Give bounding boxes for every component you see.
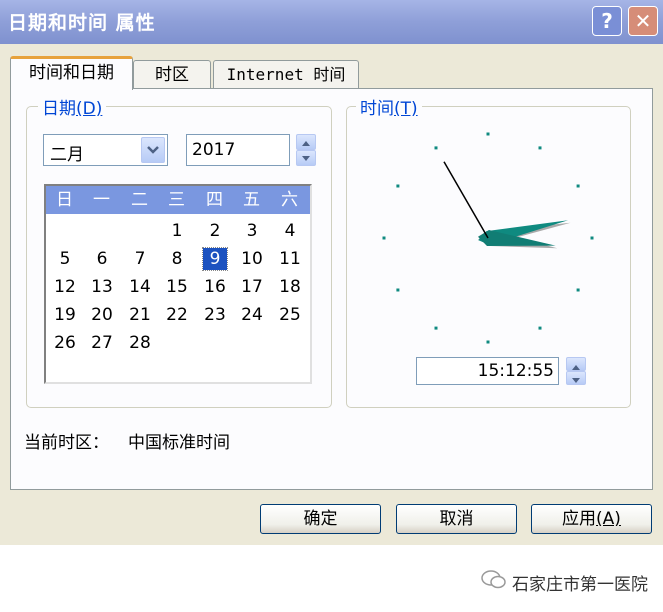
title-bar[interactable]: 日期和时间 属性 ? ✕ <box>0 0 663 44</box>
calendar[interactable]: 日 一 二 三 四 五 六 1 2 3 4 5 6 7 8 9 10 11 12 13 14 15 16 17 1… <box>44 184 312 384</box>
weekday-mon: 一 <box>93 190 110 210</box>
calendar-day[interactable]: 5 <box>53 248 77 270</box>
calendar-day[interactable]: 26 <box>53 332 77 354</box>
weekday-tue: 二 <box>131 190 148 210</box>
time-spin-down[interactable] <box>566 371 586 385</box>
date-group-title: 日期 <box>42 99 76 119</box>
chevron-down-icon <box>147 146 159 154</box>
calendar-day-selected[interactable]: 9 <box>202 247 228 271</box>
calendar-day[interactable]: 2 <box>203 220 227 242</box>
tab-time-zone[interactable]: 时区 <box>133 60 211 90</box>
calendar-day[interactable]: 20 <box>90 304 114 326</box>
time-group-accel: (T) <box>394 99 418 119</box>
calendar-day[interactable]: 22 <box>165 304 189 326</box>
window-title: 日期和时间 属性 <box>8 12 156 34</box>
calendar-weekday-header: 日 一 二 三 四 五 六 <box>46 186 310 214</box>
clock-hour-mark <box>486 132 490 136</box>
time-group-label: 时间(T) <box>356 94 422 119</box>
time-field[interactable]: 15:12:55 <box>416 357 559 385</box>
close-button[interactable]: ✕ <box>628 6 658 36</box>
calendar-day[interactable]: 17 <box>240 276 264 298</box>
date-time-properties-dialog: 日期和时间 属性 ? ✕ 时间和日期 时区 Internet 时间 日期(D) … <box>0 0 663 545</box>
clock-hour-mark <box>576 288 580 292</box>
ok-button[interactable]: 确定 <box>260 504 381 534</box>
calendar-day[interactable]: 11 <box>278 248 302 270</box>
weekday-fri: 五 <box>243 190 260 210</box>
apply-button[interactable]: 应用(A) <box>531 504 652 534</box>
calendar-day[interactable]: 8 <box>165 248 189 270</box>
calendar-day[interactable]: 19 <box>53 304 77 326</box>
calendar-day[interactable]: 6 <box>90 248 114 270</box>
cancel-button[interactable]: 取消 <box>396 504 517 534</box>
weekday-wed: 三 <box>168 190 185 210</box>
calendar-day[interactable]: 10 <box>240 248 264 270</box>
apply-button-label: 应用 <box>562 509 597 529</box>
date-group-accel: (D) <box>76 99 103 119</box>
weekday-sat: 六 <box>281 190 298 210</box>
month-dropdown-button[interactable] <box>141 137 165 163</box>
tab-date-time[interactable]: 时间和日期 <box>10 56 133 90</box>
clock-hour-mark <box>382 236 386 240</box>
calendar-day[interactable]: 24 <box>240 304 264 326</box>
clock-hour-mark <box>538 146 542 150</box>
weekday-thu: 四 <box>206 190 223 210</box>
month-value: 二月 <box>50 145 84 165</box>
watermark-text: 石家庄市第一医院 <box>512 575 648 595</box>
year-spin-up[interactable] <box>296 134 316 150</box>
clock-hour-mark <box>434 146 438 150</box>
calendar-day[interactable]: 18 <box>278 276 302 298</box>
calendar-day[interactable]: 28 <box>128 332 152 354</box>
calendar-day[interactable]: 7 <box>128 248 152 270</box>
calendar-day[interactable]: 3 <box>240 220 264 242</box>
calendar-day[interactable]: 16 <box>203 276 227 298</box>
arrow-down-icon <box>302 156 310 161</box>
calendar-day[interactable]: 4 <box>278 220 302 242</box>
calendar-day[interactable]: 13 <box>90 276 114 298</box>
time-value: 15:12:55 <box>477 361 554 381</box>
year-field[interactable]: 2017 <box>186 134 290 166</box>
clock-hour-mark <box>576 184 580 188</box>
year-value: 2017 <box>192 140 236 160</box>
clock-hour-mark <box>434 326 438 330</box>
time-group-title: 时间 <box>360 99 394 119</box>
calendar-day[interactable]: 1 <box>165 220 189 242</box>
clock-hour-mark <box>396 184 400 188</box>
current-timezone-value: 中国标准时间 <box>128 433 230 453</box>
month-select[interactable]: 二月 <box>43 134 168 166</box>
apply-button-accel: (A) <box>596 509 621 529</box>
analog-clock <box>382 132 594 344</box>
clock-hour-mark <box>486 340 490 344</box>
weekday-sun: 日 <box>56 190 73 210</box>
calendar-day[interactable]: 25 <box>278 304 302 326</box>
current-timezone-label: 当前时区： <box>24 433 109 453</box>
clock-hour-mark <box>590 236 594 240</box>
tab-internet-time[interactable]: Internet 时间 <box>213 60 359 90</box>
help-button[interactable]: ? <box>592 6 622 36</box>
calendar-day[interactable]: 15 <box>165 276 189 298</box>
clock-hour-mark <box>538 326 542 330</box>
year-spin-down[interactable] <box>296 150 316 166</box>
calendar-day[interactable]: 14 <box>128 276 152 298</box>
calendar-day[interactable]: 27 <box>90 332 114 354</box>
calendar-day[interactable]: 21 <box>128 304 152 326</box>
arrow-up-icon <box>302 141 310 146</box>
time-spin-up[interactable] <box>566 357 586 371</box>
wechat-icon <box>481 570 506 589</box>
calendar-day[interactable]: 23 <box>203 304 227 326</box>
clock-second-hand <box>443 161 489 239</box>
clock-hour-mark <box>396 288 400 292</box>
date-group-label: 日期(D) <box>38 94 107 119</box>
arrow-down-icon <box>572 378 580 383</box>
calendar-day[interactable]: 12 <box>53 276 77 298</box>
